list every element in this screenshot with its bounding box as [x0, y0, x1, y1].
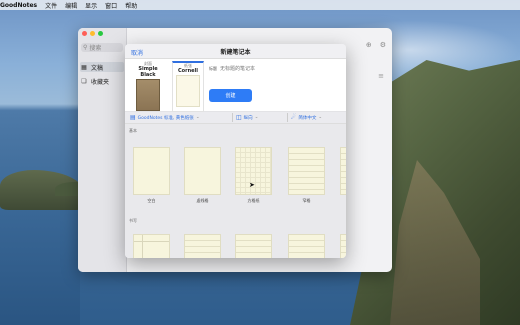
chevron-down-icon: ⌄	[195, 115, 200, 120]
notebook-name-label: 标题	[209, 66, 217, 71]
toolbar-divider	[232, 113, 233, 122]
sidebar-item-label: 收藏夹	[91, 78, 110, 86]
menu-bar: GoodNotes 文件 编辑 显示 窗口 帮助	[0, 0, 520, 10]
template-thumbnail	[288, 147, 325, 195]
language-icon: ☄	[291, 114, 297, 121]
template-item-partial[interactable]	[340, 234, 346, 258]
cover-option[interactable]: 封面 Simple Black	[133, 61, 163, 111]
create-button[interactable]: 创建	[209, 89, 252, 102]
list-view-icon[interactable]: ≡	[378, 72, 384, 80]
template-gallery: 基本 空白 虚线格 方格纸 窄格 书写	[125, 124, 346, 258]
sidebar-item-label: 文稿	[91, 64, 104, 72]
template-item[interactable]: 窄格	[288, 147, 325, 204]
template-item[interactable]	[184, 234, 221, 258]
minimize-window-button[interactable]	[90, 31, 95, 36]
template-item[interactable]	[288, 234, 325, 258]
template-item[interactable]: 空白	[133, 147, 170, 204]
cancel-button[interactable]: 取消	[131, 48, 143, 57]
section-basic-label: 基本	[129, 128, 137, 133]
sidebar-item-favorites[interactable]: ❏ 收藏夹	[80, 76, 124, 86]
cover-and-name-panel: 封面 Simple Black 纸张 Cornell 标题 创建	[125, 59, 346, 112]
chevron-down-icon: ⌄	[318, 115, 323, 120]
paper-thumbnail	[176, 75, 200, 107]
menu-app-name[interactable]: GoodNotes	[0, 2, 37, 9]
cover-thumbnail	[136, 79, 160, 111]
menu-edit[interactable]: 编辑	[65, 1, 77, 10]
template-thumbnail	[340, 147, 346, 195]
template-thumbnail	[133, 234, 170, 258]
search-icon: ⚲	[83, 44, 88, 51]
toolbar-divider	[287, 113, 288, 122]
sheet-title: 新建笔记本	[220, 48, 251, 56]
language-picker[interactable]: ☄ 简体中文 ⌄	[291, 114, 322, 121]
menu-view[interactable]: 显示	[85, 1, 97, 10]
menu-window[interactable]: 窗口	[105, 1, 117, 10]
paper-option[interactable]: 纸张 Cornell	[172, 61, 204, 112]
orientation-picker[interactable]: ◫ 纵向 ⌄	[236, 114, 258, 121]
cover-name: Simple Black	[138, 66, 158, 78]
window-controls	[82, 31, 103, 36]
wallpaper-sea	[0, 195, 80, 325]
template-set-picker[interactable]: ▤ GoodNotes 标准, 黄色纸张 ⌄	[130, 114, 200, 121]
notebook-name-input[interactable]	[220, 65, 340, 73]
template-thumbnail	[133, 147, 170, 195]
mouse-pointer-icon: ➤	[249, 181, 255, 189]
zoom-window-button[interactable]	[98, 31, 103, 36]
language-label: 简体中文	[298, 115, 317, 121]
bookmark-icon: ❏	[81, 77, 87, 85]
template-thumbnail	[340, 234, 346, 258]
menu-file[interactable]: 文件	[45, 1, 57, 10]
chevron-down-icon: ⌄	[254, 115, 259, 120]
template-label: 虚线格	[196, 198, 209, 203]
template-label: 空白	[147, 198, 156, 203]
template-options-bar: ▤ GoodNotes 标准, 黄色纸张 ⌄ ◫ 纵向 ⌄ ☄ 简体中文 ⌄	[125, 112, 346, 124]
new-notebook-sheet: 取消 新建笔记本 封面 Simple Black 纸张 Cornell 标题 创…	[125, 44, 346, 258]
menu-help[interactable]: 帮助	[125, 1, 137, 10]
template-item[interactable]: 虚线格	[184, 147, 221, 204]
template-thumbnail	[235, 234, 272, 258]
sidebar-search-field[interactable]: ⚲ 搜索	[81, 43, 123, 52]
section-writing-label: 书写	[129, 218, 137, 223]
template-item[interactable]	[235, 234, 272, 258]
settings-icon[interactable]: ⚙	[380, 41, 386, 49]
template-set-label: GoodNotes 标准, 黄色纸张	[137, 115, 194, 121]
sheet-header: 取消 新建笔记本	[125, 44, 346, 59]
sidebar: ⚲ 搜索 ▦ 文稿 ❏ 收藏夹	[78, 28, 127, 272]
template-icon: ▤	[130, 114, 136, 121]
sidebar-item-documents[interactable]: ▦ 文稿	[80, 62, 124, 72]
template-label: 窄格	[302, 198, 311, 203]
template-item[interactable]: 方格纸	[235, 147, 272, 204]
orientation-icon: ◫	[236, 114, 242, 121]
notebook-name-row: 标题	[209, 65, 340, 73]
template-thumbnail	[184, 147, 221, 195]
main-toolbar-icons: ⊕ ⚙	[366, 41, 386, 49]
template-label: 方格纸	[247, 198, 260, 203]
sidebar-search-placeholder: 搜索	[89, 45, 102, 52]
close-window-button[interactable]	[82, 31, 87, 36]
orientation-label: 纵向	[243, 115, 253, 121]
template-thumbnail	[288, 234, 325, 258]
template-thumbnail	[184, 234, 221, 258]
template-item[interactable]	[133, 234, 170, 258]
sort-icon[interactable]: ⊕	[366, 41, 372, 49]
paper-name: Cornell	[178, 68, 198, 74]
grid-icon: ▦	[81, 63, 87, 71]
template-item-partial[interactable]	[340, 147, 346, 195]
